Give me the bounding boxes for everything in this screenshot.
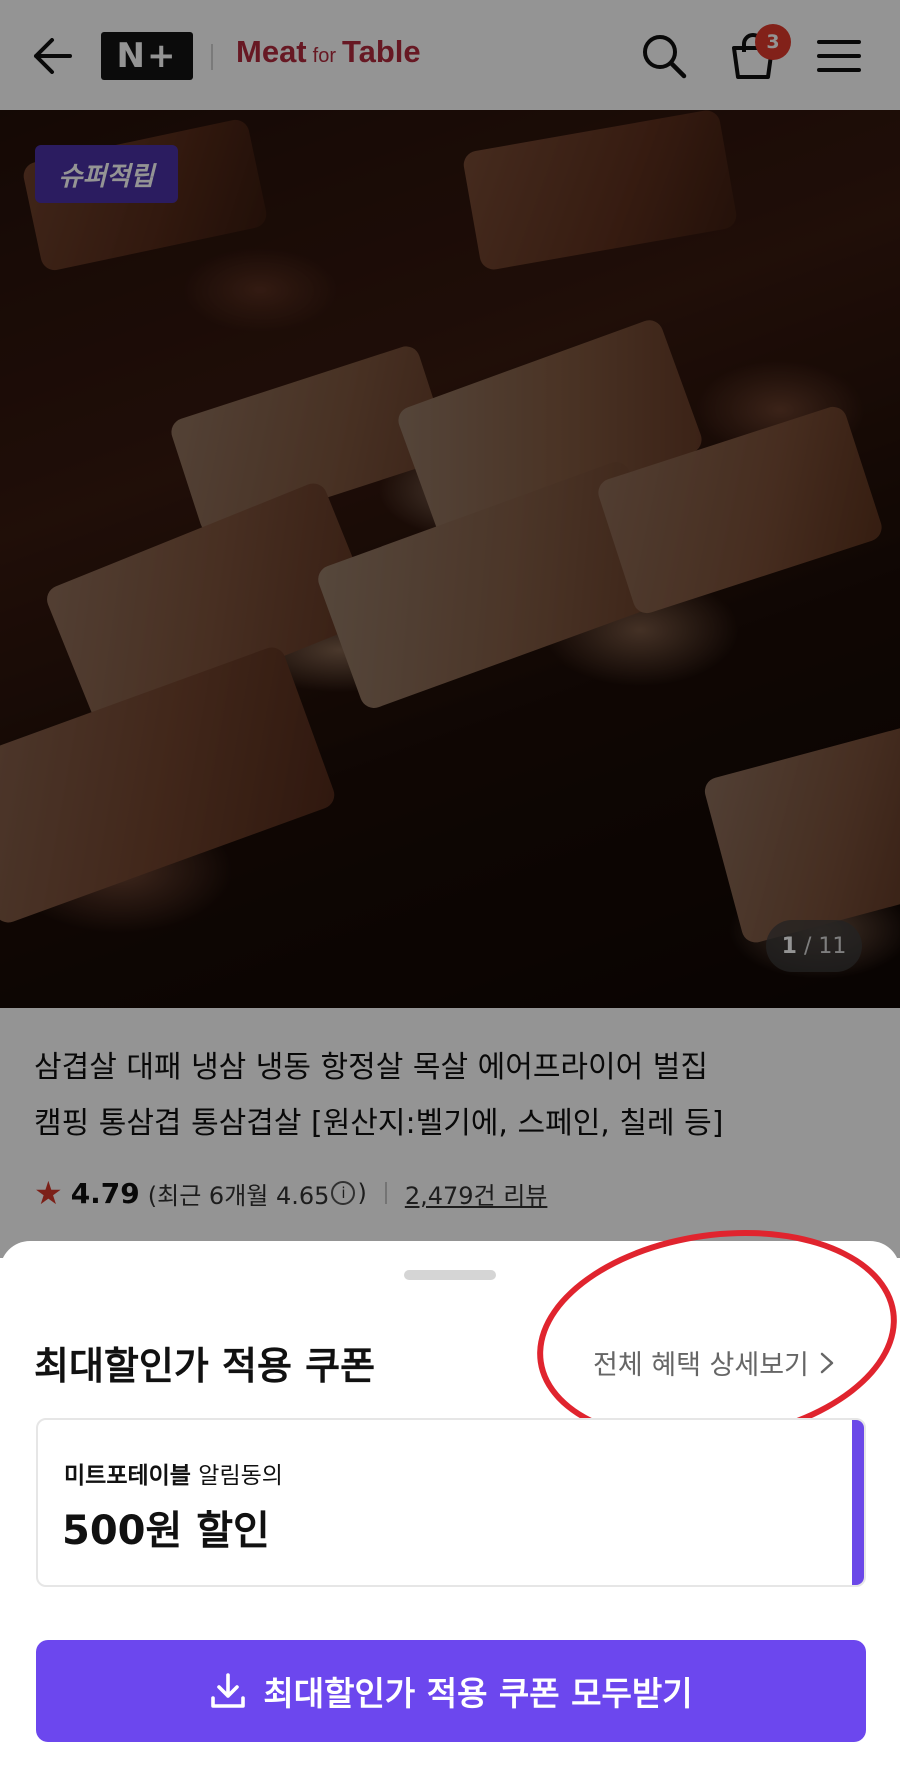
coupon-accent-bar: [852, 1420, 864, 1585]
sheet-title: 최대할인가 적용 쿠폰: [34, 1344, 376, 1388]
sheet-drag-handle[interactable]: [404, 1270, 496, 1280]
coupon-store-suffix: 알림동의: [190, 1463, 283, 1489]
download-all-coupons-label: 최대할인가 적용 쿠폰 모두받기: [263, 1674, 693, 1713]
modal-backdrop[interactable]: [0, 0, 900, 1258]
coupon-card[interactable]: 미트포테이블 알림동의 500원 할인: [36, 1418, 866, 1587]
coupon-condition: 미트포테이블 알림동의: [64, 1456, 283, 1490]
coupon-amount: 500원 할인: [62, 1508, 270, 1554]
download-icon: [211, 1673, 246, 1708]
download-all-coupons-button[interactable]: 최대할인가 적용 쿠폰 모두받기: [36, 1640, 866, 1742]
coupon-store-name: 미트포테이블: [64, 1463, 191, 1489]
